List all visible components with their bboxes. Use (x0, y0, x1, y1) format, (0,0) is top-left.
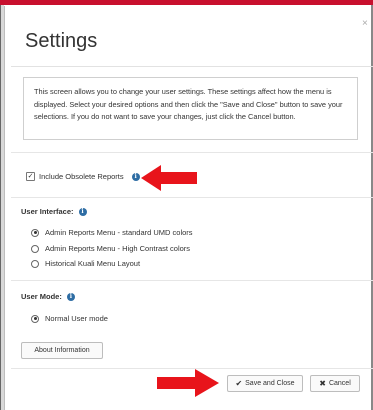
section-divider (11, 280, 373, 281)
radio-option-standard[interactable]: Admin Reports Menu - standard UMD colors (31, 228, 193, 237)
user-mode-label: User Mode: (21, 292, 62, 301)
radio-option-historical[interactable]: Historical Kuali Menu Layout (31, 259, 140, 268)
save-and-close-button[interactable]: ✔ Save and Close (227, 375, 303, 392)
title-divider (11, 66, 373, 67)
include-obsolete-label[interactable]: Include Obsolete Reports (39, 172, 124, 181)
window-border-left (0, 5, 1, 410)
radio-button[interactable] (31, 228, 39, 237)
close-icon: ✖ (319, 379, 326, 388)
radio-label: Normal User mode (45, 314, 108, 323)
cancel-button[interactable]: ✖ Cancel (310, 375, 360, 392)
arrow-annotation-icon (141, 165, 197, 191)
about-button-label: About Information (34, 347, 90, 354)
dialog-title: Settings (25, 30, 98, 52)
radio-button[interactable] (31, 244, 39, 253)
radio-label: Historical Kuali Menu Layout (45, 259, 141, 268)
radio-option-normal-mode[interactable]: Normal User mode (31, 314, 108, 323)
info-icon[interactable]: i (78, 207, 87, 216)
check-icon: ✔ (235, 379, 243, 388)
radio-option-high-contrast[interactable]: Admin Reports Menu - High Contrast color… (31, 244, 190, 253)
info-text: This screen allows you to change your us… (34, 87, 343, 121)
top-accent-bar (0, 0, 373, 5)
section-divider (11, 152, 373, 153)
info-icon[interactable]: i (131, 172, 140, 181)
radio-label: Admin Reports Menu - High Contrast color… (45, 244, 191, 253)
settings-dialog: × Settings This screen allows you to cha… (4, 6, 373, 410)
include-obsolete-row: ✓ Include Obsolete Reports i (26, 172, 140, 181)
arrow-annotation-icon (157, 369, 219, 397)
radio-label: Admin Reports Menu - standard UMD colors (45, 228, 193, 237)
user-interface-heading: User Interface: i (21, 207, 87, 216)
close-icon[interactable]: × (362, 19, 368, 29)
info-icon[interactable]: i (66, 292, 75, 301)
save-button-label: Save and Close (245, 380, 295, 387)
radio-button[interactable] (31, 259, 39, 268)
user-interface-label: User Interface: (21, 207, 74, 216)
section-divider (11, 197, 373, 198)
radio-button[interactable] (31, 314, 39, 323)
info-panel: This screen allows you to change your us… (23, 77, 358, 140)
include-obsolete-checkbox[interactable]: ✓ (26, 172, 35, 181)
user-mode-heading: User Mode: i (21, 292, 75, 301)
about-information-button[interactable]: About Information (21, 342, 103, 359)
cancel-button-label: Cancel (328, 380, 351, 387)
